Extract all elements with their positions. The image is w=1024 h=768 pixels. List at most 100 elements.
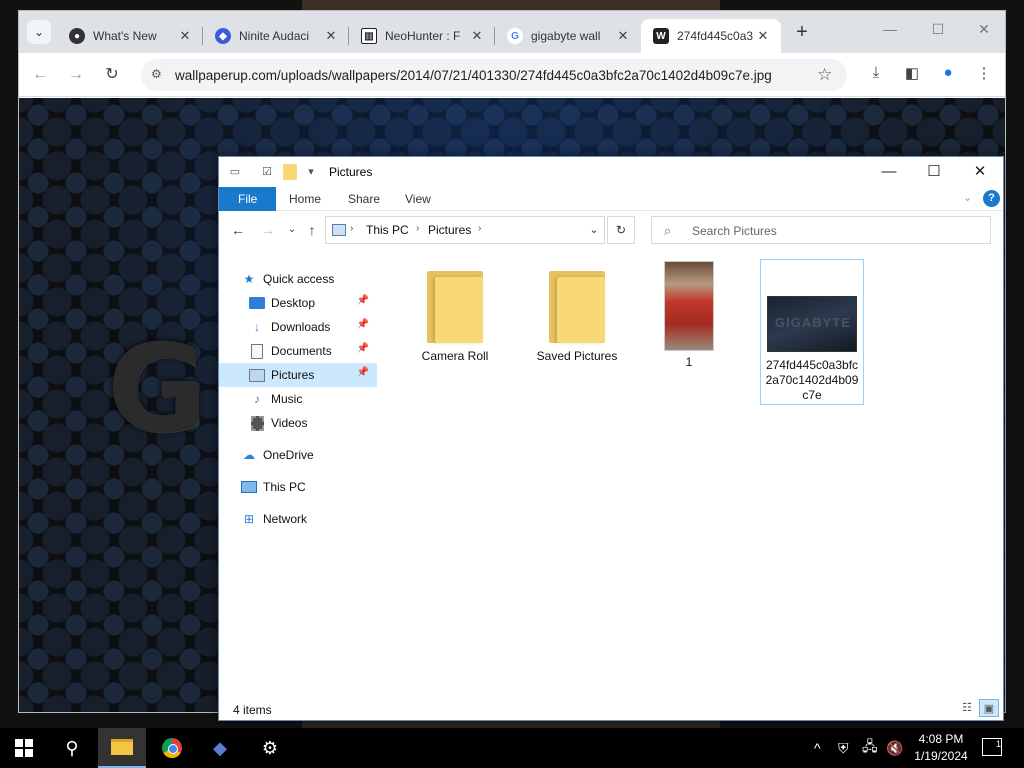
- chevron-right-icon[interactable]: ›: [416, 223, 419, 234]
- volume-muted-icon[interactable]: 🔇: [886, 728, 903, 768]
- settings-taskbar-button[interactable]: ⚙: [246, 728, 294, 768]
- nav-label: Network: [263, 512, 308, 526]
- details-view-icon[interactable]: ☷: [957, 699, 977, 717]
- menu-icon[interactable]: ⋮: [973, 64, 995, 86]
- tab-search-button[interactable]: ⌄: [27, 20, 51, 44]
- search-button[interactable]: ⚲: [48, 728, 96, 768]
- close-icon[interactable]: ✕: [755, 28, 771, 44]
- chevron-right-icon[interactable]: ›: [478, 223, 481, 234]
- ninite-icon: ◆: [215, 28, 231, 44]
- pin-icon[interactable]: 📌: [357, 295, 369, 306]
- crumb-this-pc[interactable]: This PC: [366, 223, 409, 237]
- pin-icon[interactable]: 📌: [357, 319, 369, 330]
- crumb-pictures[interactable]: Pictures: [428, 223, 471, 237]
- explorer-address-row: ← → ⌄ ↑ › This PC › Pictures › ⌄ ↻ ⌕ Sea…: [219, 213, 1003, 249]
- tab-share[interactable]: Share: [334, 187, 394, 211]
- tab-ninite[interactable]: ◆ Ninite Audaci ✕: [203, 19, 349, 53]
- item-label: Camera Roll: [421, 349, 489, 363]
- nav-music[interactable]: ♪ Music: [219, 387, 377, 411]
- pin-icon[interactable]: 📌: [357, 343, 369, 354]
- start-button[interactable]: [0, 728, 48, 768]
- large-icons-view-icon[interactable]: ▣: [979, 699, 999, 717]
- expand-ribbon-icon[interactable]: ⌄: [963, 191, 972, 204]
- search-input[interactable]: ⌕ Search Pictures: [651, 216, 991, 244]
- defender-icon[interactable]: ⛨: [838, 728, 849, 768]
- folder-camera-roll[interactable]: Camera Roll: [403, 265, 507, 364]
- up-icon[interactable]: ↑: [303, 221, 321, 239]
- nav-quick-access[interactable]: ★ Quick access: [219, 267, 377, 291]
- notification-center-icon[interactable]: 1: [982, 738, 1002, 756]
- back-icon[interactable]: ←: [229, 221, 247, 239]
- app-taskbar-button[interactable]: ◆: [196, 728, 244, 768]
- nav-network[interactable]: ⊞ Network: [219, 507, 377, 531]
- nav-onedrive[interactable]: ☁ OneDrive: [219, 443, 377, 467]
- tab-view[interactable]: View: [391, 187, 445, 211]
- chevron-up-icon: ^: [814, 740, 821, 756]
- nav-label: Desktop: [271, 296, 316, 310]
- tab-home[interactable]: Home: [275, 187, 335, 211]
- customize-toolbar-icon[interactable]: ▾: [303, 164, 319, 180]
- image-file-gigabyte[interactable]: GIGABYTE 274fd445c0a3bfc2a70c1402d4b09c7…: [760, 259, 864, 405]
- close-icon[interactable]: ✕: [615, 28, 631, 44]
- bookmark-star-icon[interactable]: ☆: [817, 65, 832, 85]
- close-window-button[interactable]: ✕: [960, 161, 1000, 183]
- url-text[interactable]: wallpaperup.com/uploads/wallpapers/2014/…: [175, 68, 772, 83]
- minimize-button[interactable]: —: [869, 161, 909, 183]
- gear-icon: ⚙: [261, 737, 279, 758]
- maximize-button[interactable]: ☐: [923, 21, 953, 43]
- nav-desktop[interactable]: Desktop 📌: [219, 291, 377, 315]
- close-window-button[interactable]: ✕: [969, 21, 999, 43]
- forward-icon[interactable]: →: [63, 62, 89, 88]
- back-icon[interactable]: ←: [27, 62, 53, 88]
- site-info-icon[interactable]: ⚙: [151, 67, 167, 83]
- tab-gigabyte-search[interactable]: G gigabyte wall ✕: [495, 19, 641, 53]
- breadcrumb[interactable]: › This PC › Pictures ›: [325, 216, 605, 244]
- pin-icon[interactable]: 📌: [357, 367, 369, 378]
- minimize-button[interactable]: —: [875, 21, 905, 43]
- download-icon[interactable]: ⤓: [865, 64, 887, 86]
- refresh-button[interactable]: ↻: [607, 216, 635, 244]
- chevron-right-icon[interactable]: ›: [350, 223, 353, 234]
- item-label: Saved Pictures: [536, 349, 618, 363]
- tab-file[interactable]: File: [219, 187, 277, 211]
- new-tab-button[interactable]: +: [791, 22, 813, 44]
- file-explorer-taskbar-button[interactable]: [98, 728, 146, 768]
- close-icon[interactable]: ✕: [177, 28, 193, 44]
- tab-whats-new[interactable]: ● What's New ✕: [57, 19, 203, 53]
- close-icon[interactable]: ✕: [323, 28, 339, 44]
- network-tray-icon[interactable]: 🖧: [862, 728, 878, 768]
- window-title: Pictures: [329, 165, 373, 179]
- nav-downloads[interactable]: ↓ Downloads 📌: [219, 315, 377, 339]
- nav-videos[interactable]: Videos: [219, 411, 377, 435]
- address-dropdown-icon[interactable]: ⌄: [585, 221, 603, 239]
- profile-icon[interactable]: ●: [937, 64, 959, 86]
- gigabyte-logo: G: [107, 320, 206, 459]
- properties-icon[interactable]: ☑: [259, 164, 275, 180]
- nav-documents[interactable]: Documents 📌: [219, 339, 377, 363]
- chrome-taskbar-button[interactable]: [148, 728, 196, 768]
- address-bar[interactable]: ⚙ wallpaperup.com/uploads/wallpapers/201…: [141, 59, 847, 91]
- reload-icon[interactable]: ↻: [99, 62, 125, 88]
- clock-date: 1/19/2024: [914, 749, 968, 763]
- recent-locations-icon[interactable]: ⌄: [283, 221, 301, 239]
- tab-neohunter[interactable]: ▥ NeoHunter : F ✕: [349, 19, 495, 53]
- nav-pictures[interactable]: Pictures 📌: [219, 363, 377, 387]
- search-placeholder: Search Pictures: [692, 224, 777, 238]
- tab-label: 274fd445c0a3: [677, 29, 754, 43]
- show-hidden-icons-button[interactable]: ^: [814, 728, 821, 768]
- image-file-1[interactable]: 1: [637, 259, 741, 370]
- folder-saved-pictures[interactable]: Saved Pictures: [525, 265, 629, 364]
- help-icon[interactable]: ?: [983, 190, 1000, 207]
- clock[interactable]: 4:08 PM 1/19/2024: [908, 731, 974, 765]
- folder-icon: [111, 739, 133, 755]
- side-panel-icon[interactable]: ◧: [901, 64, 923, 86]
- nav-this-pc[interactable]: This PC: [219, 475, 377, 499]
- windows-icon: [15, 739, 33, 757]
- close-icon[interactable]: ✕: [469, 28, 485, 44]
- new-folder-icon[interactable]: [283, 164, 297, 180]
- maximize-button[interactable]: ☐: [914, 161, 954, 183]
- item-label: 274fd445c0a3bfc2a70c1402d4b09c7e: [765, 358, 859, 402]
- forward-icon[interactable]: →: [259, 221, 277, 239]
- tab-wallpaper-active[interactable]: W 274fd445c0a3 ✕: [641, 19, 781, 53]
- window-system-icon[interactable]: ▭: [227, 164, 243, 180]
